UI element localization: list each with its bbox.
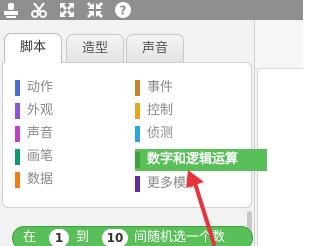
block-number-input[interactable]: 10 (102, 229, 128, 246)
category-looks[interactable]: 外观 (15, 100, 127, 122)
scripts-area (255, 20, 303, 246)
category-label: 外观 (27, 103, 54, 118)
category-data[interactable]: 数据 (15, 169, 127, 191)
category-label: 声音 (27, 126, 54, 141)
category-pen[interactable]: 画笔 (15, 146, 127, 168)
tab-label: 造型 (81, 41, 108, 56)
tab-scripts[interactable]: 脚本 (4, 33, 62, 63)
tab-label: 脚本 (19, 40, 46, 55)
category-label: 画笔 (27, 149, 54, 164)
grow-icon[interactable] (58, 1, 76, 19)
tab-sounds[interactable]: 声音 (126, 34, 184, 62)
shrink-icon[interactable] (86, 1, 104, 19)
category-label: 侦测 (147, 126, 174, 141)
block-number-input[interactable]: 1 (49, 229, 69, 246)
help-icon[interactable]: ? (114, 1, 132, 19)
svg-text:?: ? (120, 4, 127, 18)
category-events[interactable]: 事件 (135, 77, 247, 99)
category-label: 事件 (147, 80, 174, 95)
top-toolbar: ? (0, 0, 303, 20)
category-label: 控制 (147, 103, 174, 118)
category-sensing[interactable]: 侦测 (135, 123, 247, 145)
tab-label: 声音 (141, 41, 168, 56)
tab-costumes[interactable]: 造型 (66, 34, 124, 62)
block-text: 到 (76, 230, 90, 245)
category-sound[interactable]: 声音 (15, 123, 127, 145)
stamp-icon[interactable] (2, 1, 20, 19)
category-motion[interactable]: 动作 (15, 77, 127, 99)
arrow-annotation (180, 168, 220, 246)
category-label: 动作 (27, 80, 54, 95)
category-label: 数据 (27, 172, 54, 187)
category-control[interactable]: 控制 (135, 100, 247, 122)
block-text: 在 (23, 230, 37, 245)
scissors-icon[interactable] (30, 1, 48, 19)
